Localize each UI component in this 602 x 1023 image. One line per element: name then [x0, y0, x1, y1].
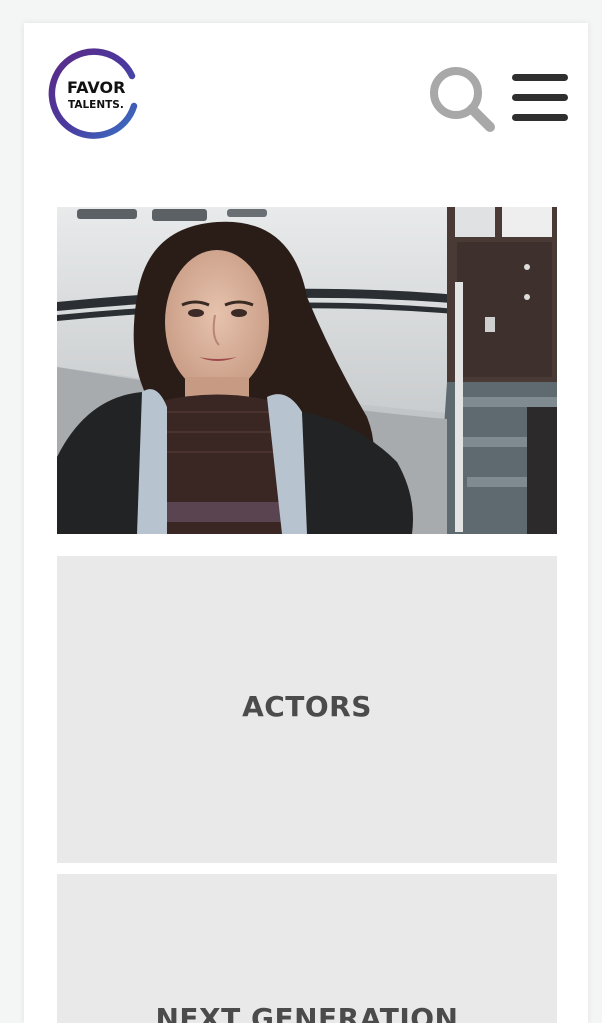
category-tile-actors[interactable]: ACTORS: [57, 556, 557, 863]
search-button[interactable]: [428, 65, 496, 133]
logo-text-talents: TALENTS.: [68, 99, 124, 111]
site-header: FAVOR TALENTS.: [24, 23, 588, 173]
category-tile-next-generation[interactable]: NEXT GENERATION: [57, 874, 557, 1023]
search-icon: [430, 67, 495, 132]
hero-image[interactable]: [57, 207, 557, 534]
menu-bar-middle: [512, 94, 568, 101]
hamburger-menu-icon[interactable]: [512, 73, 568, 123]
menu-bar-bottom: [512, 114, 568, 121]
tile-label-next-generation: NEXT GENERATION: [155, 1002, 459, 1023]
tile-label-actors: ACTORS: [242, 690, 372, 723]
hero-photo-woman-by-jet: [57, 207, 557, 534]
favor-talents-logo[interactable]: FAVOR TALENTS.: [48, 46, 144, 142]
logo-text-favor: FAVOR: [67, 78, 125, 97]
logo-mark: FAVOR TALENTS.: [48, 48, 138, 139]
page-container: FAVOR TALENTS. ACTORS NEXT GENERATION: [24, 23, 588, 1023]
menu-bar-top: [512, 74, 568, 81]
